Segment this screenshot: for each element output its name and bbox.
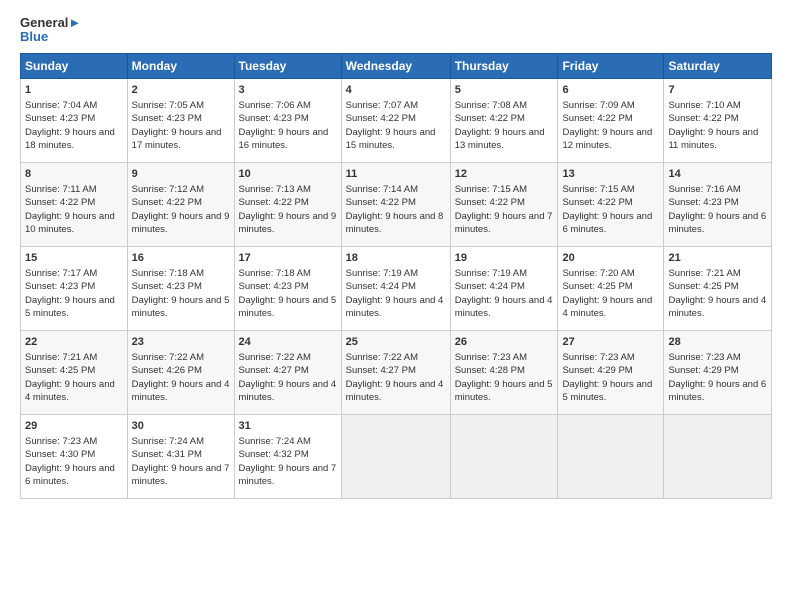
week-row-2: 8Sunrise: 7:11 AMSunset: 4:22 PMDaylight…	[21, 162, 772, 246]
day-number: 31	[239, 419, 337, 434]
day-cell: 19Sunrise: 7:19 AMSunset: 4:24 PMDayligh…	[450, 246, 558, 330]
day-cell: 15Sunrise: 7:17 AMSunset: 4:23 PMDayligh…	[21, 246, 128, 330]
day-cell	[341, 414, 450, 498]
day-cell: 12Sunrise: 7:15 AMSunset: 4:22 PMDayligh…	[450, 162, 558, 246]
day-cell: 8Sunrise: 7:11 AMSunset: 4:22 PMDaylight…	[21, 162, 128, 246]
day-number: 26	[455, 335, 554, 350]
week-row-3: 15Sunrise: 7:17 AMSunset: 4:23 PMDayligh…	[21, 246, 772, 330]
day-cell: 30Sunrise: 7:24 AMSunset: 4:31 PMDayligh…	[127, 414, 234, 498]
week-row-4: 22Sunrise: 7:21 AMSunset: 4:25 PMDayligh…	[21, 330, 772, 414]
day-number: 4	[346, 83, 446, 98]
day-number: 11	[346, 167, 446, 182]
col-header-friday: Friday	[558, 53, 664, 78]
day-number: 20	[562, 251, 659, 266]
header-row: SundayMondayTuesdayWednesdayThursdayFrid…	[21, 53, 772, 78]
day-cell: 7Sunrise: 7:10 AMSunset: 4:22 PMDaylight…	[664, 78, 772, 162]
col-header-thursday: Thursday	[450, 53, 558, 78]
day-number: 1	[25, 83, 123, 98]
day-cell: 25Sunrise: 7:22 AMSunset: 4:27 PMDayligh…	[341, 330, 450, 414]
day-number: 15	[25, 251, 123, 266]
day-cell: 5Sunrise: 7:08 AMSunset: 4:22 PMDaylight…	[450, 78, 558, 162]
day-cell: 9Sunrise: 7:12 AMSunset: 4:22 PMDaylight…	[127, 162, 234, 246]
day-cell: 26Sunrise: 7:23 AMSunset: 4:28 PMDayligh…	[450, 330, 558, 414]
day-cell: 14Sunrise: 7:16 AMSunset: 4:23 PMDayligh…	[664, 162, 772, 246]
day-cell: 4Sunrise: 7:07 AMSunset: 4:22 PMDaylight…	[341, 78, 450, 162]
day-cell: 20Sunrise: 7:20 AMSunset: 4:25 PMDayligh…	[558, 246, 664, 330]
day-number: 7	[668, 83, 767, 98]
calendar: SundayMondayTuesdayWednesdayThursdayFrid…	[20, 53, 772, 499]
day-number: 24	[239, 335, 337, 350]
logo: General► Blue	[20, 16, 81, 45]
col-header-wednesday: Wednesday	[341, 53, 450, 78]
col-header-saturday: Saturday	[664, 53, 772, 78]
week-row-5: 29Sunrise: 7:23 AMSunset: 4:30 PMDayligh…	[21, 414, 772, 498]
day-cell	[558, 414, 664, 498]
day-cell: 13Sunrise: 7:15 AMSunset: 4:22 PMDayligh…	[558, 162, 664, 246]
day-number: 18	[346, 251, 446, 266]
page: General► Blue SundayMondayTuesdayWednesd…	[0, 0, 792, 612]
day-cell: 3Sunrise: 7:06 AMSunset: 4:23 PMDaylight…	[234, 78, 341, 162]
day-cell: 27Sunrise: 7:23 AMSunset: 4:29 PMDayligh…	[558, 330, 664, 414]
day-cell: 18Sunrise: 7:19 AMSunset: 4:24 PMDayligh…	[341, 246, 450, 330]
day-number: 13	[562, 167, 659, 182]
day-number: 5	[455, 83, 554, 98]
day-cell: 23Sunrise: 7:22 AMSunset: 4:26 PMDayligh…	[127, 330, 234, 414]
day-number: 9	[132, 167, 230, 182]
day-cell: 6Sunrise: 7:09 AMSunset: 4:22 PMDaylight…	[558, 78, 664, 162]
logo-blue: Blue	[20, 30, 81, 44]
day-number: 6	[562, 83, 659, 98]
day-number: 3	[239, 83, 337, 98]
logo-general: General►	[20, 16, 81, 30]
day-number: 12	[455, 167, 554, 182]
day-cell: 11Sunrise: 7:14 AMSunset: 4:22 PMDayligh…	[341, 162, 450, 246]
day-number: 16	[132, 251, 230, 266]
day-cell	[450, 414, 558, 498]
day-cell	[664, 414, 772, 498]
day-cell: 24Sunrise: 7:22 AMSunset: 4:27 PMDayligh…	[234, 330, 341, 414]
col-header-tuesday: Tuesday	[234, 53, 341, 78]
day-cell: 10Sunrise: 7:13 AMSunset: 4:22 PMDayligh…	[234, 162, 341, 246]
day-cell: 28Sunrise: 7:23 AMSunset: 4:29 PMDayligh…	[664, 330, 772, 414]
day-number: 22	[25, 335, 123, 350]
day-cell: 21Sunrise: 7:21 AMSunset: 4:25 PMDayligh…	[664, 246, 772, 330]
day-number: 30	[132, 419, 230, 434]
day-number: 8	[25, 167, 123, 182]
week-row-1: 1Sunrise: 7:04 AMSunset: 4:23 PMDaylight…	[21, 78, 772, 162]
header: General► Blue	[20, 16, 772, 45]
day-cell: 29Sunrise: 7:23 AMSunset: 4:30 PMDayligh…	[21, 414, 128, 498]
day-number: 19	[455, 251, 554, 266]
day-cell: 17Sunrise: 7:18 AMSunset: 4:23 PMDayligh…	[234, 246, 341, 330]
day-number: 27	[562, 335, 659, 350]
day-number: 23	[132, 335, 230, 350]
day-cell: 1Sunrise: 7:04 AMSunset: 4:23 PMDaylight…	[21, 78, 128, 162]
day-cell: 2Sunrise: 7:05 AMSunset: 4:23 PMDaylight…	[127, 78, 234, 162]
day-number: 2	[132, 83, 230, 98]
day-number: 21	[668, 251, 767, 266]
day-number: 28	[668, 335, 767, 350]
day-number: 29	[25, 419, 123, 434]
col-header-sunday: Sunday	[21, 53, 128, 78]
day-number: 14	[668, 167, 767, 182]
day-cell: 22Sunrise: 7:21 AMSunset: 4:25 PMDayligh…	[21, 330, 128, 414]
day-number: 25	[346, 335, 446, 350]
day-cell: 31Sunrise: 7:24 AMSunset: 4:32 PMDayligh…	[234, 414, 341, 498]
day-number: 17	[239, 251, 337, 266]
day-cell: 16Sunrise: 7:18 AMSunset: 4:23 PMDayligh…	[127, 246, 234, 330]
day-number: 10	[239, 167, 337, 182]
col-header-monday: Monday	[127, 53, 234, 78]
